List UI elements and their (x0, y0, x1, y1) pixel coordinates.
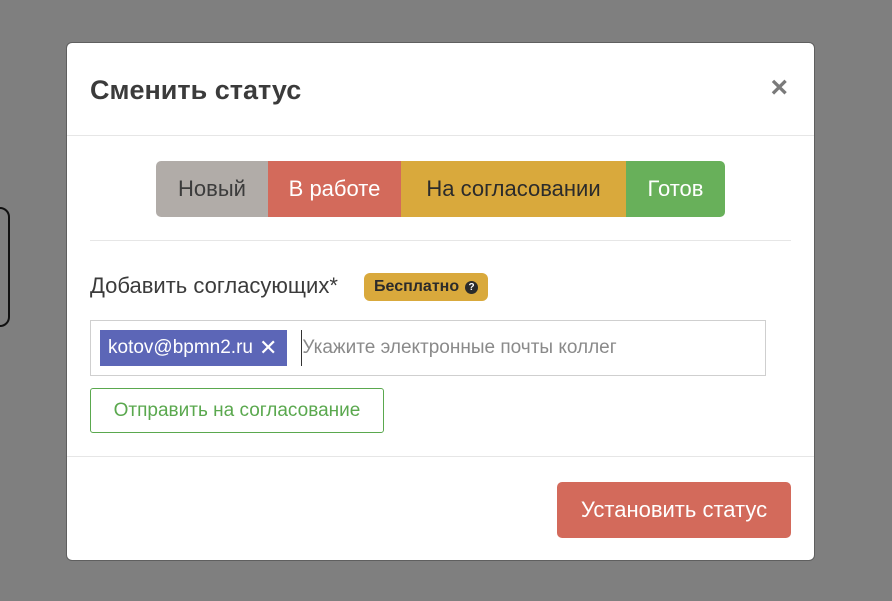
free-badge: Бесплатно ? (364, 273, 489, 301)
divider (90, 240, 791, 241)
modal-header: Сменить статус × (67, 43, 814, 136)
add-approvers-label: Добавить согласующих* (90, 273, 338, 298)
status-on-approval-button[interactable]: На согласовании (401, 161, 626, 217)
change-status-modal: Сменить статус × Новый В работе На согла… (66, 42, 815, 561)
status-in-progress-button[interactable]: В работе (268, 161, 401, 217)
email-tag-text: kotov@bpmn2.ru (108, 337, 253, 358)
modal-title: Сменить статус (90, 75, 302, 105)
close-icon[interactable]: × (770, 73, 788, 103)
remove-tag-icon[interactable]: ✕ (259, 337, 277, 359)
divider (67, 456, 814, 457)
free-badge-text: Бесплатно (374, 278, 460, 295)
status-selector: Новый В работе На согласовании Готов (156, 161, 725, 217)
email-input-field[interactable] (301, 330, 765, 366)
status-done-button[interactable]: Готов (626, 161, 725, 217)
send-for-approval-button[interactable]: Отправить на согласование (90, 388, 384, 433)
email-tag: kotov@bpmn2.ru ✕ (100, 330, 288, 366)
approvers-email-input[interactable]: kotov@bpmn2.ru ✕ (90, 320, 766, 376)
status-new-button[interactable]: Новый (156, 161, 268, 217)
set-status-button[interactable]: Установить статус (557, 482, 791, 538)
question-circle-icon[interactable]: ? (465, 280, 479, 294)
background-panel-edge (0, 207, 10, 327)
